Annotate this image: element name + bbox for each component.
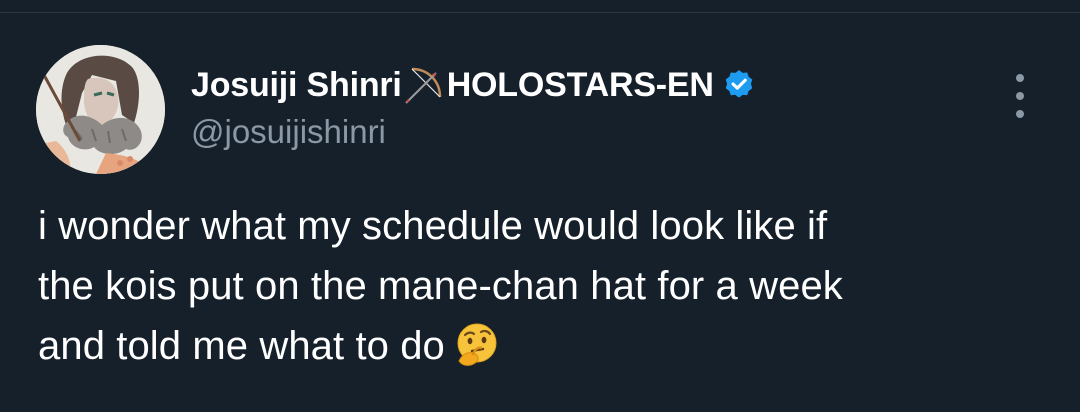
tweet-text: i wonder what my schedule would look lik… (38, 196, 1038, 376)
author-name-row[interactable]: Josuiji Shinri HOLOSTARS-EN (191, 63, 756, 107)
more-options-icon-dot (1016, 110, 1024, 118)
avatar[interactable] (36, 45, 165, 174)
verified-icon[interactable] (722, 68, 756, 102)
more-options-button[interactable] (1005, 74, 1035, 118)
tweet-text-line-last: and told me what to do (38, 316, 1038, 376)
author-display-name-suffix[interactable]: HOLOSTARS-EN (447, 66, 714, 105)
tweet-text-line: the kois put on the mane-chan hat for a … (38, 264, 843, 308)
avatar-illustration (36, 45, 165, 174)
tweet-text-line: i wonder what my schedule would look lik… (38, 204, 828, 248)
author-handle[interactable]: @josuijishinri (191, 113, 756, 151)
tweet-header: Josuiji Shinri HOLOSTARS-EN @josuijishin… (191, 63, 756, 153)
thinking-face-icon (453, 321, 501, 369)
author-display-name[interactable]: Josuiji Shinri (191, 66, 402, 105)
tweet-text-line: and told me what to do (38, 324, 445, 368)
bow-and-arrow-icon (402, 63, 446, 107)
more-options-icon (1016, 74, 1024, 82)
more-options-icon-dot (1016, 92, 1024, 100)
tweet-card: Josuiji Shinri HOLOSTARS-EN @josuijishin… (0, 0, 1080, 412)
